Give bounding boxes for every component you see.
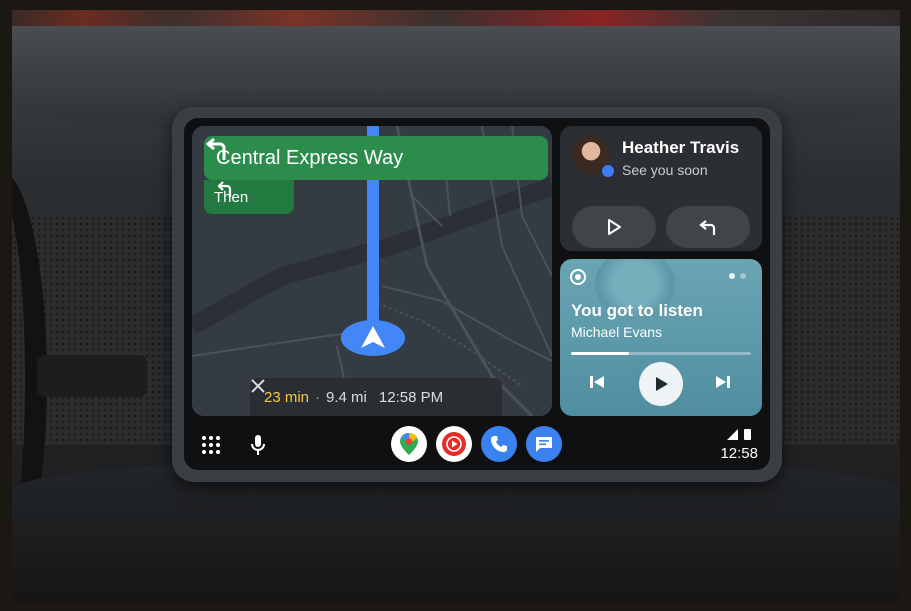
eta-distance: 9.4 mi <box>326 388 367 406</box>
phone-icon <box>491 436 507 452</box>
maps-app-button[interactable] <box>391 426 427 462</box>
previous-track-button[interactable] <box>586 371 608 393</box>
microphone-icon <box>251 435 265 455</box>
turn-instruction-card[interactable]: Central Express Way <box>204 136 548 180</box>
youtube-music-app-button[interactable] <box>436 426 472 462</box>
eta-separator: · <box>315 388 321 406</box>
eta-bar: 23 min · 9.4 mi 12:58 PM <box>250 378 502 416</box>
play-icon <box>608 219 621 235</box>
then-instruction: Then <box>204 180 294 214</box>
phone-app-button[interactable] <box>481 426 517 462</box>
messages-icon <box>536 437 552 452</box>
maps-icon <box>400 433 418 455</box>
track-artist: Michael Evans <box>571 324 663 340</box>
android-auto-screen: Central Express Way Then 23 min · 9.4 mi… <box>184 118 770 470</box>
app-grid-icon <box>202 436 220 454</box>
then-turn-left-icon <box>217 181 232 197</box>
message-card[interactable]: Heather Travis See you soon <box>560 126 762 251</box>
reply-button[interactable] <box>666 206 750 248</box>
page-dot-active <box>729 273 735 279</box>
eta-arrival-time: 12:58 PM <box>378 388 444 406</box>
message-preview: See you soon <box>622 162 708 178</box>
messages-app-button[interactable] <box>526 426 562 462</box>
page-dot-inactive <box>740 273 746 279</box>
reply-icon <box>699 220 716 235</box>
page-indicator <box>729 273 746 279</box>
signal-battery-icon <box>727 429 751 440</box>
track-title: You got to listen <box>571 301 703 320</box>
app-rail: 12:58 <box>184 420 770 470</box>
media-source-icon <box>570 269 586 285</box>
play-message-button[interactable] <box>572 206 656 248</box>
play-icon <box>656 377 668 391</box>
next-track-button[interactable] <box>712 371 734 393</box>
close-icon[interactable] <box>250 378 266 394</box>
map-view[interactable]: Central Express Way Then 23 min · 9.4 mi… <box>192 126 552 416</box>
eta-minutes: 23 min <box>264 388 310 406</box>
message-sender: Heather Travis <box>622 138 740 157</box>
skip-next-icon <box>716 376 730 388</box>
app-launcher-button[interactable] <box>200 434 222 456</box>
youtube-music-icon <box>442 432 466 456</box>
skip-previous-icon <box>590 376 604 388</box>
media-card[interactable]: You got to listen Michael Evans <box>560 259 762 416</box>
next-street-name: Central Express Way <box>216 146 404 169</box>
playback-progress[interactable] <box>571 352 751 355</box>
message-badge-icon <box>600 163 616 179</box>
speaker-grille-right <box>775 215 900 445</box>
steering-stalk <box>37 355 147 397</box>
turn-left-icon <box>205 137 226 160</box>
windshield <box>12 10 900 26</box>
voice-assistant-button[interactable] <box>247 433 269 457</box>
status-clock: 12:58 <box>720 445 758 462</box>
play-pause-button[interactable] <box>639 362 683 406</box>
playback-progress-fill <box>571 352 629 355</box>
